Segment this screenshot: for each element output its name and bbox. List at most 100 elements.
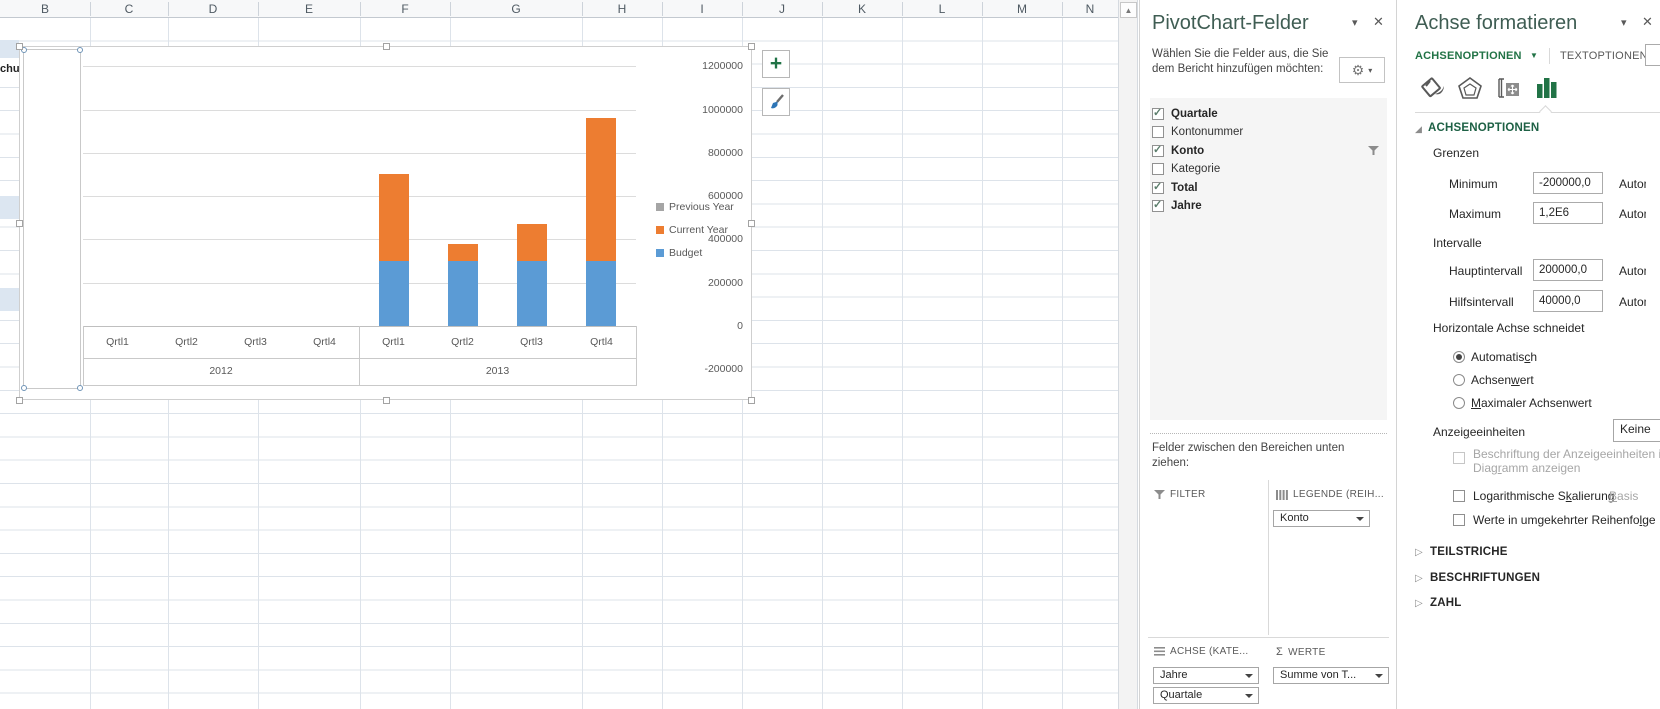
bar-segment-current-year[interactable] <box>586 118 616 261</box>
dropdown-arrow-icon[interactable] <box>1356 517 1364 521</box>
legend-entry[interactable]: Budget <box>656 241 734 264</box>
tools-button[interactable]: ⚙ ▾ <box>1339 57 1385 83</box>
column-header[interactable]: H <box>582 0 662 18</box>
column-header[interactable]: L <box>902 0 982 18</box>
radio-automatisch[interactable] <box>1453 351 1465 363</box>
column-header[interactable]: F <box>360 0 450 18</box>
radio-achsenwert[interactable] <box>1453 374 1465 386</box>
umgekehrt-checkbox[interactable] <box>1453 514 1465 526</box>
bar-segment-budget[interactable] <box>517 261 547 326</box>
checkbox-unchecked-icon[interactable] <box>1152 163 1164 175</box>
column-header[interactable]: E <box>258 0 360 18</box>
anzeigeeinheiten-dropdown[interactable]: Keine <box>1613 419 1660 442</box>
tab-chevron-icon[interactable]: ▼ <box>1530 51 1538 60</box>
bar-segment-budget[interactable] <box>586 261 616 326</box>
axis-field-quartale[interactable]: Quartale <box>1153 687 1259 704</box>
pivot-chart[interactable]: 120000010000008000006000004000002000000-… <box>19 46 752 400</box>
dropdown-arrow-icon[interactable] <box>1375 674 1383 678</box>
column-header[interactable]: J <box>742 0 822 18</box>
checkbox-checked-icon[interactable] <box>1152 145 1164 157</box>
column-header[interactable]: B <box>0 0 90 18</box>
tab-achsenoptionen[interactable]: ACHSENOPTIONEN <box>1415 50 1522 62</box>
hauptintervall-input[interactable] <box>1533 259 1603 281</box>
column-header[interactable]: G <box>450 0 582 18</box>
field-row-kontonummer[interactable]: Kontonummer <box>1152 123 1243 141</box>
beschriftungen-header[interactable]: BESCHRIFTUNGEN <box>1430 572 1540 584</box>
scroll-up-button[interactable]: ▲ <box>1120 2 1137 18</box>
radio-automatisch-label[interactable]: Automatisch <box>1471 350 1537 364</box>
fill-line-icon[interactable] <box>1421 76 1447 105</box>
checkbox-checked-icon[interactable] <box>1152 200 1164 212</box>
checkbox-checked-icon[interactable] <box>1152 182 1164 194</box>
field-row-quartale[interactable]: Quartale <box>1152 105 1218 123</box>
radio-achsenwert-label[interactable]: Achsenwert <box>1471 373 1534 387</box>
pane-close-icon[interactable]: ✕ <box>1642 14 1653 30</box>
logarithmisch-label[interactable]: Logarithmische Skalierung <box>1473 489 1614 503</box>
achsenoptionen-header[interactable]: ACHSENOPTIONEN <box>1428 122 1539 134</box>
hilfsintervall-auto-button[interactable]: Automatisch <box>1619 295 1646 309</box>
field-row-kategorie[interactable]: Kategorie <box>1152 160 1220 178</box>
chart-resize-handle[interactable] <box>16 43 23 50</box>
chart-styles-button[interactable] <box>762 88 790 116</box>
pane-collapse-icon[interactable]: ▾ <box>1621 16 1627 29</box>
chart-elements-button[interactable]: + <box>762 50 790 78</box>
bar-segment-current-year[interactable] <box>379 174 409 261</box>
bar-segment-current-year[interactable] <box>448 244 478 261</box>
maximum-input[interactable] <box>1533 202 1603 224</box>
logarithmisch-checkbox[interactable] <box>1453 490 1465 502</box>
maximum-auto-button[interactable]: Automatisch <box>1619 207 1646 221</box>
column-header[interactable]: N <box>1062 0 1118 18</box>
bar-segment-budget[interactable] <box>379 261 409 326</box>
dropdown-arrow-icon[interactable] <box>1245 674 1253 678</box>
column-header[interactable]: I <box>662 0 742 18</box>
column-header[interactable]: D <box>168 0 258 18</box>
bar-segment-current-year[interactable] <box>517 224 547 261</box>
column-header[interactable]: M <box>982 0 1062 18</box>
umgekehrt-label[interactable]: Werte in umgekehrter Reihenfolge <box>1473 513 1656 527</box>
chart-resize-handle[interactable] <box>383 43 390 50</box>
checkbox-unchecked-icon[interactable] <box>1152 126 1164 138</box>
legend-entry[interactable]: Current Year <box>656 218 734 241</box>
bar-segment-budget[interactable] <box>448 261 478 326</box>
axis-field-jahre[interactable]: Jahre <box>1153 667 1259 684</box>
chart-resize-handle[interactable] <box>383 397 390 404</box>
field-row-total[interactable]: Total <box>1152 179 1198 197</box>
minimum-input[interactable] <box>1533 172 1603 194</box>
vertical-scrollbar[interactable]: ▲ <box>1118 0 1138 709</box>
pane-close-icon[interactable]: ✕ <box>1373 14 1384 30</box>
checkbox-checked-icon[interactable] <box>1152 108 1164 120</box>
axis-options-icon[interactable] <box>1535 76 1559 105</box>
pane-collapse-icon[interactable]: ▾ <box>1352 16 1358 29</box>
chart-resize-handle[interactable] <box>16 220 23 227</box>
field-row-konto[interactable]: Konto <box>1152 142 1204 160</box>
column-header[interactable]: K <box>822 0 902 18</box>
filter-applied-icon[interactable] <box>1368 143 1379 161</box>
field-row-jahre[interactable]: Jahre <box>1152 197 1202 215</box>
tab-textoptionen[interactable]: TEXTOPTIONEN <box>1560 50 1648 62</box>
hauptintervall-auto-button[interactable]: Automatisch <box>1619 264 1646 278</box>
radio-maximaler-achsenwert-label[interactable]: Maximaler Achsenwert <box>1471 396 1592 410</box>
expand-icon[interactable]: ▷ <box>1415 547 1423 558</box>
legend-field-konto[interactable]: Konto <box>1273 510 1370 527</box>
chart-resize-handle[interactable] <box>748 43 755 50</box>
minimum-auto-button[interactable]: Automatisch <box>1619 177 1646 191</box>
chart-resize-handle[interactable] <box>748 397 755 404</box>
chart-resize-handle[interactable] <box>16 397 23 404</box>
radio-maximaler-achsenwert[interactable] <box>1453 397 1465 409</box>
column-header-row[interactable]: B C D E F G H I J K L M N <box>0 0 1118 18</box>
tab-overflow-button[interactable] <box>1645 44 1660 66</box>
values-field-summe[interactable]: Summe von T... <box>1273 667 1389 684</box>
size-properties-icon[interactable] <box>1495 76 1521 105</box>
hilfsintervall-input[interactable] <box>1533 290 1603 312</box>
zahl-header[interactable]: ZAHL <box>1430 597 1461 609</box>
expand-icon[interactable]: ▷ <box>1415 598 1423 609</box>
chart-resize-handle[interactable] <box>748 220 755 227</box>
column-header[interactable]: C <box>90 0 168 18</box>
expand-icon[interactable]: ▷ <box>1415 573 1423 584</box>
chart-legend[interactable]: Previous Year Current Year Budget <box>656 195 734 264</box>
legend-entry[interactable]: Previous Year <box>656 195 734 218</box>
value-axis-selection[interactable] <box>23 49 81 389</box>
dropdown-arrow-icon[interactable] <box>1245 694 1253 698</box>
teilstriche-header[interactable]: TEILSTRICHE <box>1430 546 1508 558</box>
effects-icon[interactable] <box>1457 76 1483 105</box>
